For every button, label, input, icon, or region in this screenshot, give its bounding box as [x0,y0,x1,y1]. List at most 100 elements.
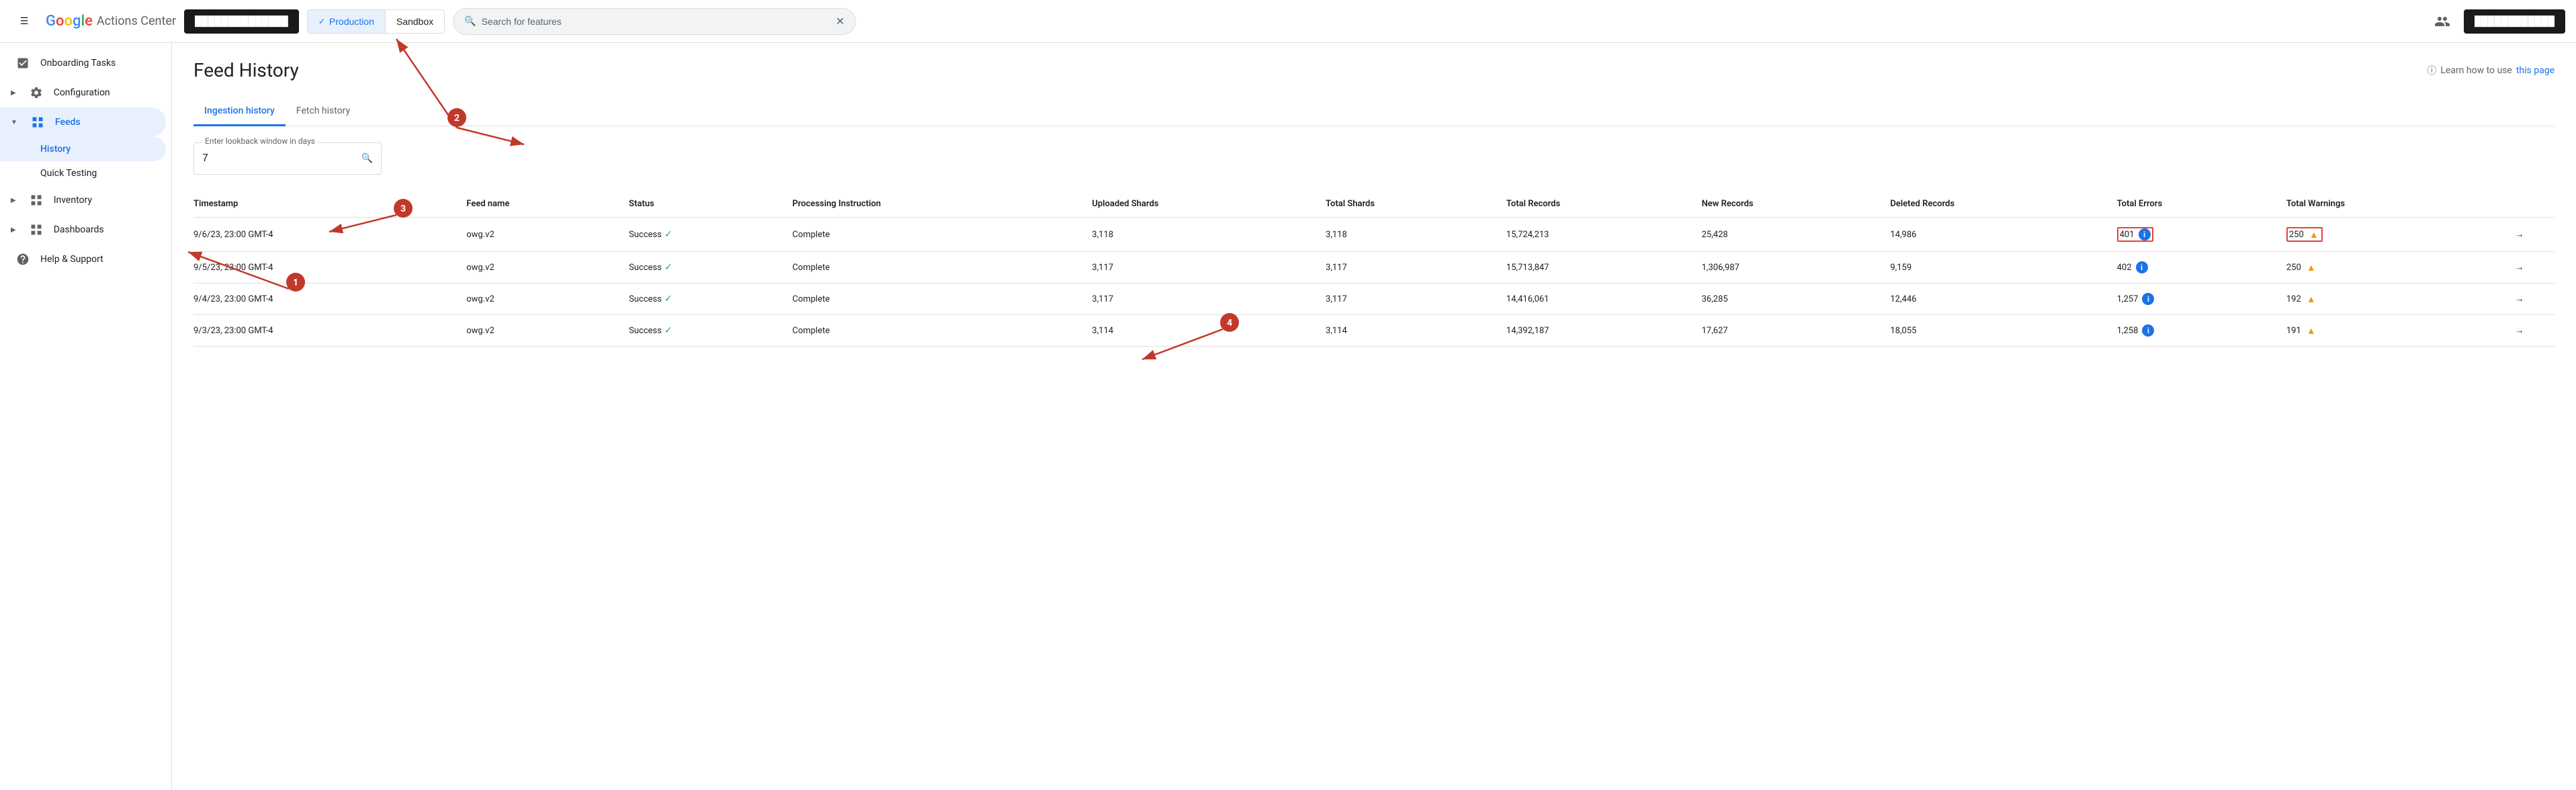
dashboards-chevron [11,226,16,234]
navbar-right: ████████████ [2429,8,2565,35]
sidebar-item-dashboards-label: Dashboards [54,224,104,235]
col-deleted-records: Deleted Records [1890,191,2116,218]
app-layout: Onboarding Tasks Configuration Feeds His… [0,43,2576,790]
production-tab[interactable]: ✓ Production [308,10,385,33]
page-help-link: ⓘ Learn how to use this page [2427,64,2554,77]
cell-total-errors: 402 i [2117,252,2286,283]
sidebar-item-inventory[interactable]: Inventory [0,185,166,215]
sidebar-sub-item-quick-testing[interactable]: Quick Testing [0,161,166,185]
page-title: Feed History [194,59,299,81]
cell-total-records: 14,416,061 [1506,283,1702,315]
cell-total-errors: 1,257 i [2117,283,2286,315]
col-uploaded-shards: Uploaded Shards [1092,191,1326,218]
sidebar-item-help-label: Help & Support [40,254,103,265]
cell-new-records: 17,627 [1702,315,1891,347]
sidebar-item-help[interactable]: Help & Support [0,245,166,274]
row-navigate-arrow[interactable]: → [2495,218,2554,252]
lookback-search-icon[interactable]: 🔍 [361,153,373,164]
cell-total-errors: 401 i [2117,218,2286,252]
search-icon: 🔍 [464,16,476,27]
cell-total-errors: 1,258 i [2117,315,2286,347]
cell-new-records: 1,306,987 [1702,252,1891,283]
cell-deleted-records: 12,446 [1890,283,2116,315]
navbar: ☰ Google Actions Center ██████████████ ✓… [0,0,2576,43]
search-clear-icon[interactable]: ✕ [836,15,845,28]
sidebar-item-dashboards[interactable]: Dashboards [0,215,166,245]
menu-icon[interactable]: ☰ [11,8,38,35]
sidebar-item-inventory-label: Inventory [54,195,92,206]
lookback-search-container: Enter lookback window in days 🔍 [194,142,382,175]
cell-status: Success ✓ [629,315,792,347]
cell-feed-name: owg.v2 [466,252,629,283]
col-total-shards: Total Shards [1326,191,1506,218]
warning-icon[interactable]: ▲ [2305,324,2317,337]
sidebar-sub-item-history-label: History [40,144,71,155]
help-icon [16,253,30,266]
cell-total-warnings: 250 ▲ [2286,218,2496,252]
cell-status: Success ✓ [629,283,792,315]
warning-icon[interactable]: ▲ [2305,293,2317,305]
lookback-search-input[interactable] [202,152,356,165]
feeds-icon [31,116,44,129]
sidebar-item-feeds-label: Feeds [55,117,81,128]
cell-new-records: 25,428 [1702,218,1891,252]
cell-feed-name: owg.v2 [466,315,629,347]
cell-timestamp: 9/6/23, 23:00 GMT-4 [194,218,466,252]
sidebar-item-configuration[interactable]: Configuration [0,78,166,107]
cell-total-warnings: 192 ▲ [2286,283,2496,315]
feature-search[interactable]: 🔍 ✕ [453,8,856,35]
warning-icon[interactable]: ▲ [2308,228,2320,240]
status-check-icon: ✓ [664,262,673,273]
tab-fetch-history[interactable]: Fetch history [286,97,361,126]
account-selector[interactable]: ██████████████ [184,9,299,34]
error-info-icon[interactable]: i [2139,228,2151,240]
cell-feed-name: owg.v2 [466,283,629,315]
search-input[interactable] [482,16,830,27]
cell-timestamp: 9/5/23, 23:00 GMT-4 [194,252,466,283]
sidebar-item-configuration-label: Configuration [54,87,110,98]
warning-icon[interactable]: ▲ [2305,261,2317,273]
error-info-icon[interactable]: i [2142,324,2154,337]
user-block[interactable]: ████████████ [2464,9,2565,34]
app-logo: Google Actions Center [46,13,176,30]
sidebar-sub-item-history[interactable]: History [0,137,166,161]
col-status: Status [629,191,792,218]
feeds-chevron [11,119,17,126]
cell-uploaded-shards: 3,117 [1092,283,1326,315]
sidebar-item-onboarding[interactable]: Onboarding Tasks [0,48,166,78]
cell-processing: Complete [792,283,1092,315]
dashboards-icon [30,223,43,236]
col-new-records: New Records [1702,191,1891,218]
sidebar-item-feeds[interactable]: Feeds [0,107,166,137]
info-circle-icon: ⓘ [2427,64,2436,77]
col-total-warnings: Total Warnings [2286,191,2496,218]
account-icon[interactable] [2429,8,2456,35]
sidebar: Onboarding Tasks Configuration Feeds His… [0,43,172,790]
col-arrow [2495,191,2554,218]
col-timestamp: Timestamp [194,191,466,218]
col-total-records: Total Records [1506,191,1702,218]
table-header: Timestamp Feed name Status Processing In… [194,191,2554,218]
app-name: Actions Center [97,14,176,28]
cell-total-warnings: 250 ▲ [2286,252,2496,283]
cell-processing: Complete [792,252,1092,283]
tab-ingestion-history[interactable]: Ingestion history [194,97,286,126]
inventory-icon [30,193,43,207]
row-navigate-arrow[interactable]: → [2495,283,2554,315]
row-navigate-arrow[interactable]: → [2495,315,2554,347]
table-row: 9/4/23, 23:00 GMT-4 owg.v2 Success ✓ Com… [194,283,2554,315]
cell-processing: Complete [792,218,1092,252]
cell-timestamp: 9/4/23, 23:00 GMT-4 [194,283,466,315]
status-check-icon: ✓ [664,325,673,336]
status-check-icon: ✓ [664,229,673,240]
error-info-icon[interactable]: i [2142,293,2154,305]
configuration-icon [30,86,43,99]
main-content: Feed History ⓘ Learn how to use this pag… [172,43,2576,790]
environment-tabs: ✓ Production Sandbox [307,9,445,34]
cell-processing: Complete [792,315,1092,347]
help-link[interactable]: this page [2516,65,2554,76]
error-info-icon[interactable]: i [2136,261,2148,273]
sandbox-tab[interactable]: Sandbox [386,10,444,33]
row-navigate-arrow[interactable]: → [2495,252,2554,283]
cell-uploaded-shards: 3,114 [1092,315,1326,347]
